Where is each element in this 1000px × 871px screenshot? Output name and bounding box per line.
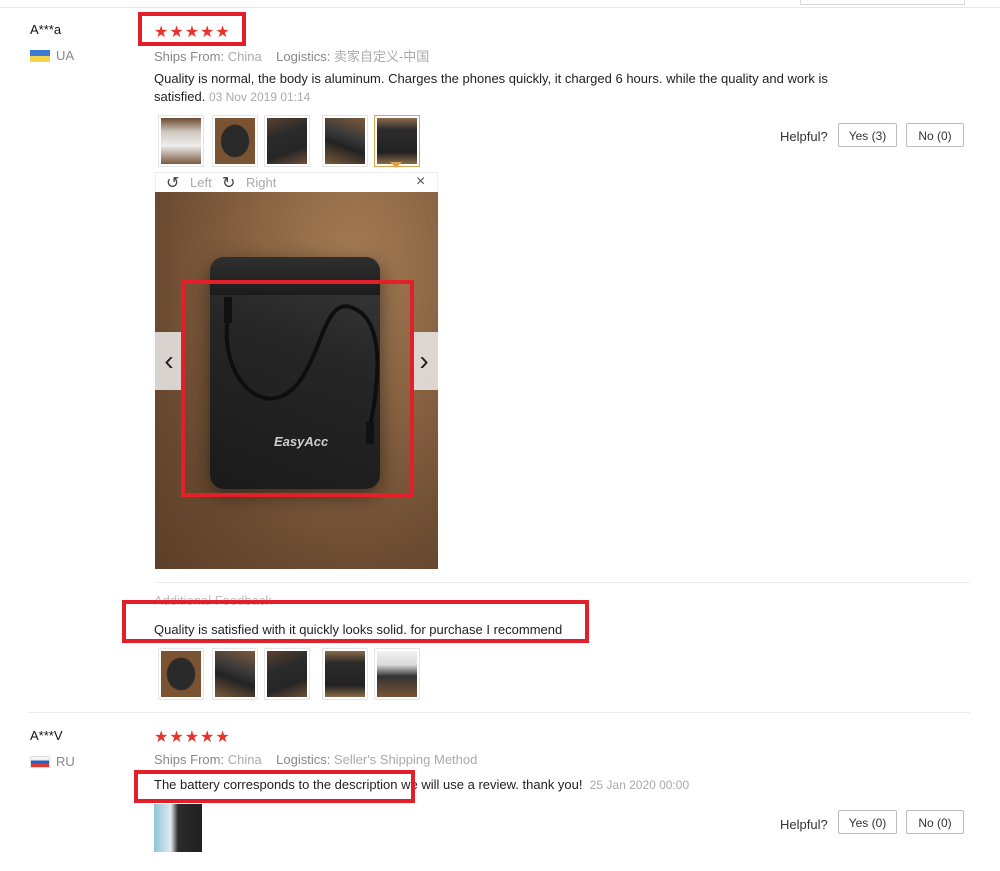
logistics-value: Seller's Shipping Method xyxy=(333,752,478,767)
reviewer-name: A***V xyxy=(30,728,63,743)
highlight-box xyxy=(122,600,589,643)
logistics-value: 卖家自定义-中国 xyxy=(333,49,430,64)
helpful-yes-button[interactable]: Yes (3) xyxy=(838,123,897,147)
highlight-box xyxy=(181,280,414,497)
selected-indicator xyxy=(390,162,402,168)
review-date: 25 Jan 2020 00:00 xyxy=(589,778,690,792)
russia-flag-icon xyxy=(30,755,50,768)
image-viewer-toolbar: ↺ Left ↻ Right × xyxy=(155,172,438,192)
helpful-no-button[interactable]: No (0) xyxy=(906,810,964,834)
rotate-left-icon[interactable]: ↺ xyxy=(166,173,179,193)
helpful-no-button[interactable]: No (0) xyxy=(906,123,964,147)
ships-from-value: China xyxy=(227,49,262,64)
review-photo-thumb[interactable] xyxy=(322,115,368,167)
review-photo-thumb-selected[interactable] xyxy=(374,115,420,167)
ukraine-flag-icon xyxy=(30,49,50,62)
reviewer-name: A***a xyxy=(30,22,62,37)
highlight-box xyxy=(138,12,246,46)
additional-photo-thumb[interactable] xyxy=(264,648,310,700)
sort-select[interactable] xyxy=(800,0,965,5)
chevron-right-icon[interactable]: › xyxy=(410,332,438,390)
helpful-label: Helpful? xyxy=(780,129,828,144)
helpful-label: Helpful? xyxy=(780,817,828,832)
review-photo-thumb[interactable] xyxy=(212,115,258,167)
additional-photo-thumb[interactable] xyxy=(374,648,420,700)
shipping-info: Ships From: China Logistics: 卖家自定义-中国 xyxy=(154,46,429,65)
review-text-line2: satisfied. xyxy=(154,89,206,104)
additional-photo-thumb[interactable] xyxy=(212,648,258,700)
reviewer-country: RU xyxy=(30,754,75,769)
review-date: 03 Nov 2019 01:14 xyxy=(208,90,311,104)
review-text-line1: Quality is normal, the body is aluminum.… xyxy=(154,71,828,86)
shipping-info: Ships From: China Logistics: Seller's Sh… xyxy=(154,752,477,767)
country-code: RU xyxy=(56,754,75,769)
top-divider xyxy=(0,7,1000,8)
ships-from-label: Ships From: xyxy=(154,49,225,64)
country-code: UA xyxy=(56,48,75,63)
additional-photo-thumb[interactable] xyxy=(322,648,368,700)
review-divider xyxy=(28,712,970,713)
chevron-left-icon[interactable]: ‹ xyxy=(155,332,183,390)
additional-photo-thumb[interactable] xyxy=(158,648,204,700)
highlight-box xyxy=(134,770,415,803)
review-photo-thumb[interactable] xyxy=(154,804,202,852)
ships-from-label: Ships From: xyxy=(154,752,225,767)
logistics-label: Logistics: xyxy=(276,752,331,767)
review-photo-thumb[interactable] xyxy=(264,115,310,167)
ships-from-value: China xyxy=(227,752,262,767)
review-photo-thumb[interactable] xyxy=(158,115,204,167)
close-icon[interactable]: × xyxy=(416,173,425,191)
star-rating: ★★★★★ xyxy=(154,729,231,746)
helpful-yes-button[interactable]: Yes (0) xyxy=(838,810,897,834)
rotate-left-label[interactable]: Left xyxy=(190,175,212,190)
rotate-right-label[interactable]: Right xyxy=(246,175,276,190)
rotate-right-icon[interactable]: ↻ xyxy=(222,173,235,193)
divider xyxy=(155,582,970,583)
reviewer-country: UA xyxy=(30,48,74,63)
review-text: Quality is normal, the body is aluminum.… xyxy=(154,70,874,106)
logistics-label: Logistics: xyxy=(276,49,331,64)
